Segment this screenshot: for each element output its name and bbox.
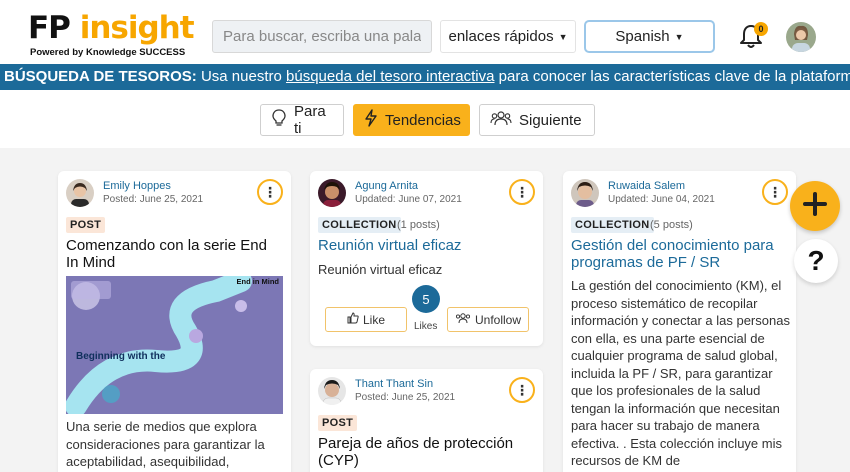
card-title[interactable]: Pareja de años de protección (CYP): [318, 435, 533, 469]
more-options-icon[interactable]: ⋮: [257, 179, 283, 205]
like-count: 5: [412, 285, 440, 313]
card-description: Una serie de medios que explora consider…: [66, 419, 265, 469]
lightbulb-icon: [271, 109, 287, 131]
post-date: Updated: June 04, 2021: [608, 194, 715, 205]
plus-icon: [802, 191, 828, 222]
treasure-hunt-link[interactable]: búsqueda del tesoro interactiva: [286, 68, 494, 85]
tab-trending-label: Tendencias: [385, 111, 461, 129]
author-name[interactable]: Emily Hoppes: [103, 180, 171, 192]
treasure-hunt-banner: BÚSQUEDA DE TESOROS: Usa nuestro búsqued…: [0, 64, 850, 90]
feed-card[interactable]: Agung Arnita Updated: June 07, 2021 ⋮ CO…: [310, 171, 543, 346]
tab-trending[interactable]: Tendencias: [353, 104, 470, 136]
card-description: Reunión virtual eficaz: [318, 262, 443, 277]
content-type-badge: COLLECTION: [318, 217, 401, 233]
author-name[interactable]: Ruwaida Salem: [608, 180, 685, 192]
quick-links-label: enlaces rápidos: [448, 28, 554, 45]
search-input[interactable]: [212, 20, 432, 53]
feed-card[interactable]: Ruwaida Salem Updated: June 04, 2021 ⋮ C…: [563, 171, 796, 472]
logo-fp-text: FP: [28, 10, 71, 46]
more-options-icon[interactable]: ⋮: [509, 179, 535, 205]
feed-filter-bar: Para ti Tendencias Siguiente: [0, 90, 850, 148]
card-title[interactable]: Gestión del conocimiento para programas …: [571, 237, 786, 271]
tab-for-you-label: Para ti: [294, 103, 326, 137]
author-name[interactable]: Thant Thant Sin: [355, 378, 433, 390]
caret-down-icon: ▼: [558, 31, 568, 42]
author-avatar[interactable]: [66, 179, 94, 207]
like-button[interactable]: Like: [325, 307, 407, 332]
language-dropdown[interactable]: Spanish ▼: [584, 20, 715, 53]
like-label: Like: [362, 312, 385, 327]
add-button[interactable]: [790, 181, 840, 231]
fp-insight-logo[interactable]: FP insight Powered by Knowledge SUCCESS: [28, 10, 203, 62]
question-mark-icon: ?: [807, 245, 825, 276]
tab-following[interactable]: Siguiente: [479, 104, 595, 136]
content-type-badge: COLLECTION: [571, 217, 654, 233]
author-avatar[interactable]: [571, 179, 599, 207]
author-name[interactable]: Agung Arnita: [355, 180, 418, 192]
card-title[interactable]: Comenzando con la serie End In Mind: [66, 237, 281, 271]
author-avatar[interactable]: [318, 377, 346, 405]
user-avatar[interactable]: [786, 22, 816, 52]
logo-insight-text: insight: [79, 10, 195, 46]
more-options-icon[interactable]: ⋮: [509, 377, 535, 403]
logo-subtitle: Powered by Knowledge SUCCESS: [30, 47, 186, 58]
content-type-badge: POST: [66, 217, 106, 233]
unfollow-label: Unfollow: [474, 312, 522, 327]
quick-links-dropdown[interactable]: enlaces rápidos ▼: [440, 20, 576, 53]
lightning-icon: [364, 109, 378, 131]
language-label: Spanish: [615, 28, 670, 45]
notification-badge: 0: [754, 22, 768, 36]
help-button[interactable]: ?: [794, 239, 838, 283]
tab-following-label: Siguiente: [519, 111, 582, 129]
post-date: Posted: June 25, 2021: [355, 392, 456, 403]
card-description: La gestión del conocimiento (KM), el pro…: [571, 278, 790, 468]
thumbs-up-icon: [347, 312, 359, 327]
feed-card[interactable]: Thant Thant Sin Posted: June 25, 2021 ⋮ …: [310, 369, 543, 472]
more-options-icon[interactable]: ⋮: [762, 179, 788, 205]
caret-down-icon: ▼: [674, 31, 684, 42]
content-type-badge: POST: [318, 415, 358, 431]
banner-text-post: para conocer las características clave d…: [494, 68, 850, 85]
post-date: Updated: June 07, 2021: [355, 194, 462, 205]
card-title[interactable]: Reunión virtual eficaz: [318, 237, 533, 254]
card-thumbnail[interactable]: End in Mind Beginning with the: [66, 276, 283, 414]
likes-label: Likes: [414, 321, 438, 332]
post-count: (1 posts): [397, 219, 440, 231]
thumbnail-caption-top: End in Mind: [236, 277, 280, 286]
unfollow-button[interactable]: Unfollow: [447, 307, 529, 332]
people-icon: [490, 110, 512, 130]
post-date: Posted: June 25, 2021: [103, 194, 204, 205]
feed-card[interactable]: Emily Hoppes Posted: June 25, 2021 ⋮ POS…: [58, 171, 291, 472]
post-count: (5 posts): [650, 219, 693, 231]
top-header: FP insight Powered by Knowledge SUCCESS …: [0, 0, 850, 64]
banner-heading: BÚSQUEDA DE TESOROS:: [4, 68, 197, 85]
thumbnail-caption-mid: Beginning with the: [76, 351, 166, 362]
tab-for-you[interactable]: Para ti: [260, 103, 344, 137]
author-avatar[interactable]: [318, 179, 346, 207]
people-icon: [455, 312, 471, 327]
banner-text-pre: Usa nuestro: [196, 68, 287, 85]
